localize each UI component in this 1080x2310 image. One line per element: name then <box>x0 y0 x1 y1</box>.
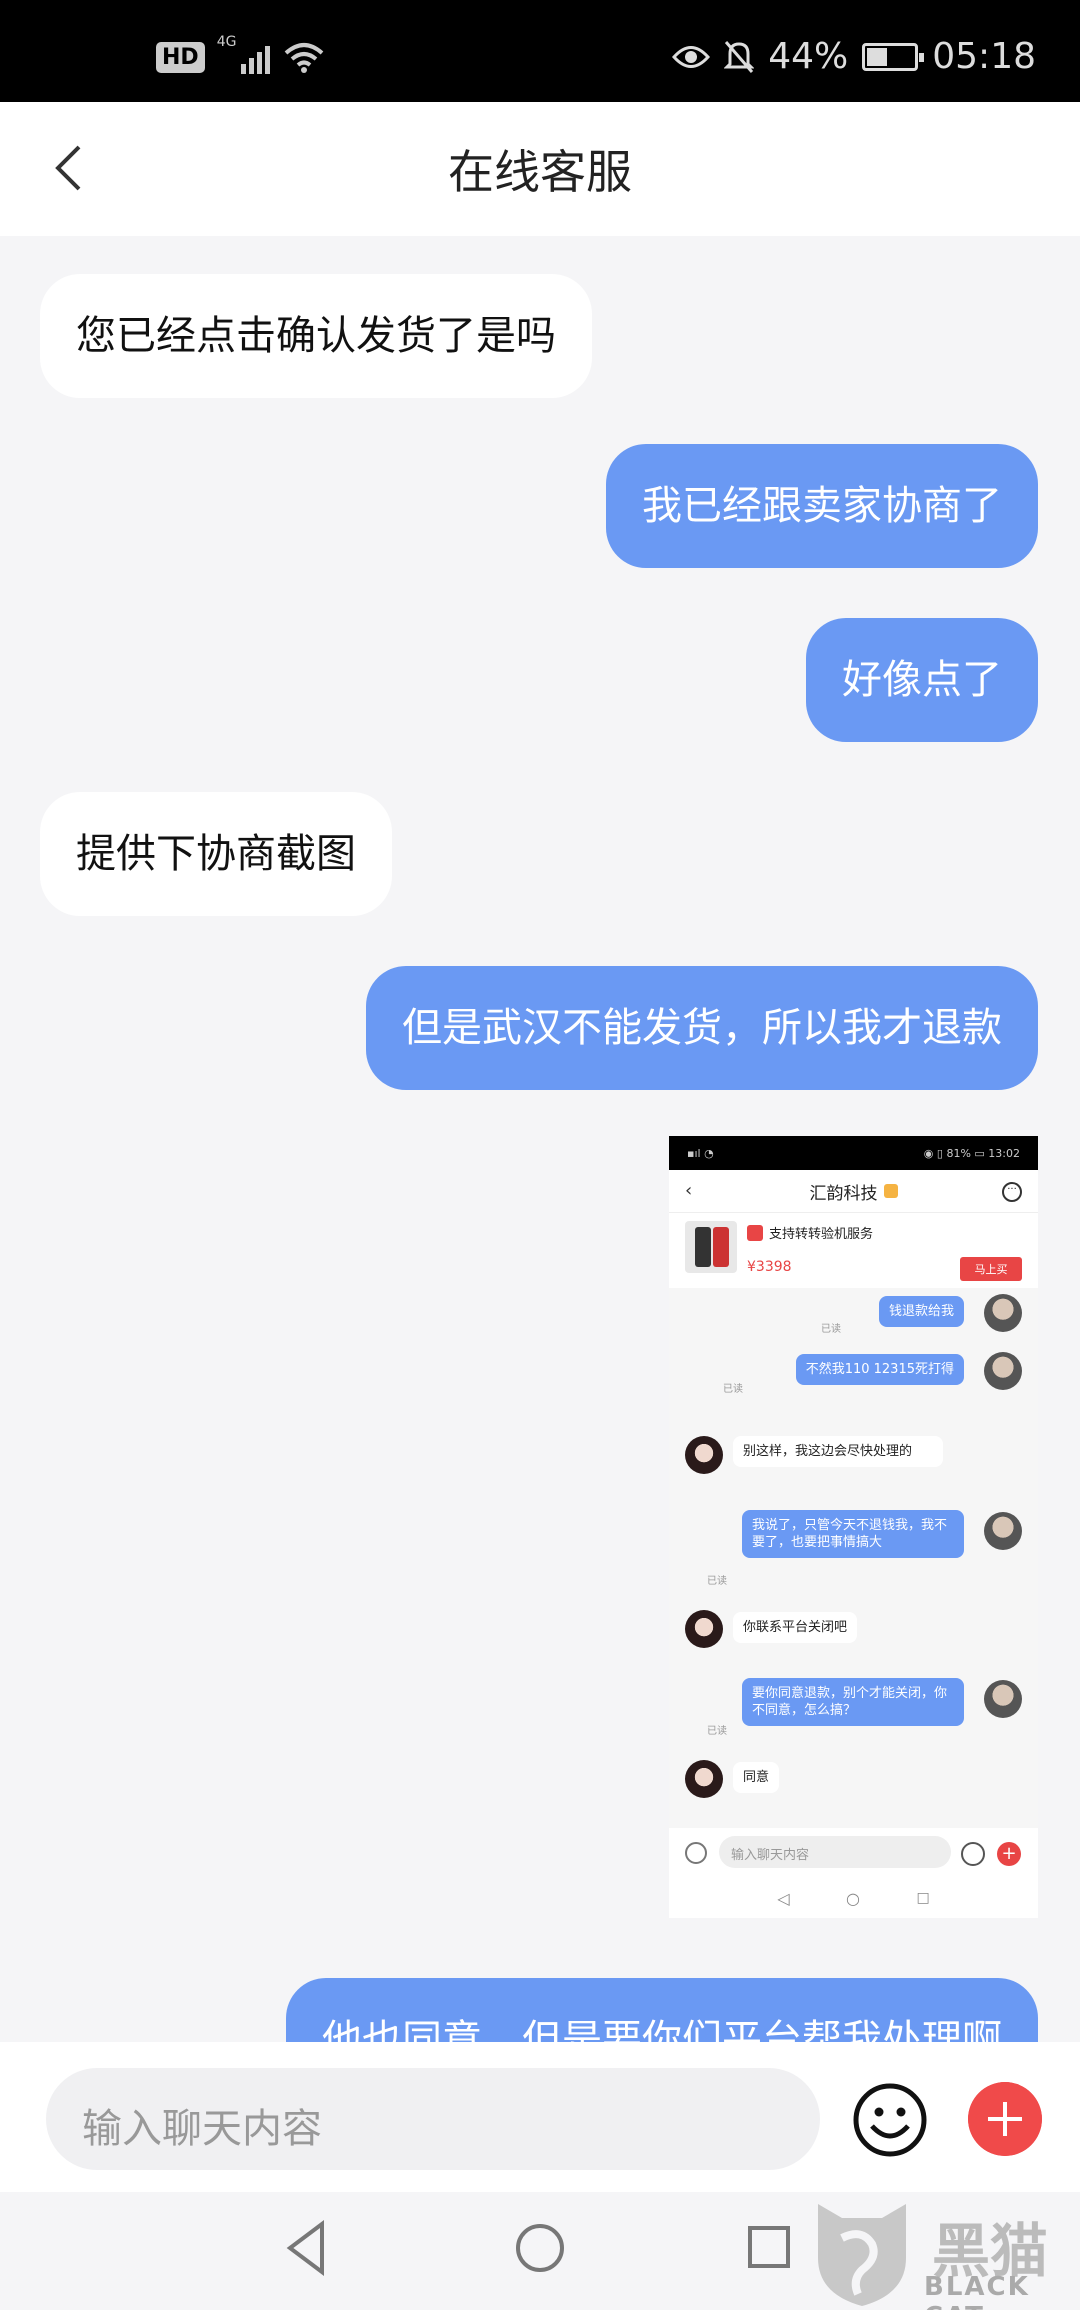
nav-back-icon[interactable] <box>284 2220 328 2276</box>
input-bar: 输入聊天内容 <box>0 2042 1080 2192</box>
chat-message-incoming: 您已经点击确认发货了是吗 <box>40 274 592 398</box>
chat-message-incoming: 提供下协商截图 <box>40 792 392 916</box>
screenshot-read-label: 已读 <box>707 1576 727 1587</box>
screenshot-status-bar: ▪ıl ◔ ◉ ▯ 81% ▭ 13:02 <box>669 1136 1038 1170</box>
avatar <box>685 1436 723 1474</box>
chat-message-outgoing: 我已经跟卖家协商了 <box>606 444 1038 568</box>
clock: 05:18 <box>932 36 1036 77</box>
screenshot-title-bar: ‹ 汇韵科技 ··· <box>669 1170 1038 1212</box>
watermark: 黑猫 BLACK CAT <box>812 2196 1080 2310</box>
chat-area[interactable]: 您已经点击确认发货了是吗 我已经跟卖家协商了 好像点了 提供下协商截图 但是武汉… <box>0 236 1080 2042</box>
screenshot-battery: 81% <box>946 1146 971 1160</box>
nav-recent-icon[interactable] <box>746 2224 792 2270</box>
screenshot-status-right: ◉ ▯ 81% ▭ 13:02 <box>923 1146 1020 1160</box>
screenshot-back-icon: ‹ <box>685 1180 693 1201</box>
status-left: HD 4G <box>156 34 324 74</box>
avatar <box>984 1294 1022 1332</box>
black-cat-logo-icon <box>818 2204 906 2306</box>
avatar <box>984 1680 1022 1718</box>
avatar <box>984 1512 1022 1550</box>
emoji-button[interactable] <box>852 2082 928 2158</box>
screenshot-read-label: 已读 <box>723 1384 743 1395</box>
chat-message-outgoing: 好像点了 <box>806 618 1038 742</box>
product-tag: 支持转转验机服务 <box>747 1223 873 1242</box>
buy-button: 马上买 <box>960 1257 1022 1281</box>
avatar <box>685 1610 723 1648</box>
back-button[interactable] <box>40 138 96 198</box>
screenshot-message: 钱退款给我 <box>878 1296 964 1327</box>
chat-image-screenshot[interactable]: ▪ıl ◔ ◉ ▯ 81% ▭ 13:02 ‹ 汇韵科技 ··· 支持转转验机服… <box>669 1136 1038 1918</box>
verify-icon <box>747 1224 763 1241</box>
battery-percent: 44% <box>768 36 849 77</box>
screenshot-product-card: 支持转转验机服务 ¥3398 马上买 <box>669 1212 1038 1288</box>
watermark-subtext: BLACK CAT <box>924 2272 1030 2310</box>
hd-badge: HD <box>156 41 205 73</box>
screenshot-nav-recent-icon: □ <box>916 1890 930 1906</box>
wifi-icon <box>284 43 324 73</box>
status-bar: HD 4G 44% 05:18 <box>0 0 1080 102</box>
chat-message-outgoing: 他也同意，但是要你们平台帮我处理啊 <box>286 1978 1038 2042</box>
avatar <box>685 1760 723 1798</box>
chevron-left-icon <box>55 145 81 191</box>
status-right: 44% 05:18 <box>672 36 1036 77</box>
screenshot-input-field: 输入聊天内容 <box>719 1836 951 1868</box>
screenshot-emoji-icon <box>961 1842 985 1866</box>
battery-icon <box>862 42 925 71</box>
chat-input[interactable]: 输入聊天内容 <box>46 2068 820 2170</box>
eye-icon <box>672 45 711 68</box>
screenshot-nav-home-icon: ○ <box>846 1888 860 1908</box>
screenshot-title: 汇韵科技 <box>809 1183 878 1204</box>
nav-home-icon[interactable] <box>514 2222 566 2274</box>
screenshot-read-label: 已读 <box>821 1324 841 1335</box>
screenshot-menu-icon <box>685 1842 707 1864</box>
screenshot-message: 不然我110 12315死打得 <box>795 1354 964 1385</box>
screenshot-message: 要你同意退款，别个才能关闭，你不同意，怎么搞？ <box>742 1678 964 1726</box>
signal-icon: 4G <box>217 34 270 74</box>
network-label: 4G <box>216 34 237 50</box>
title-bar: 在线客服 <box>0 102 1080 236</box>
screenshot-time: 13:02 <box>988 1146 1020 1160</box>
screenshot-nav-bar: ◁ ○ □ <box>669 1878 1038 1918</box>
screenshot-more-icon: ··· <box>1002 1182 1022 1202</box>
mute-bell-icon <box>724 40 755 73</box>
screenshot-plus-icon: + <box>997 1842 1021 1866</box>
chat-message-outgoing: 但是武汉不能发货，所以我才退款 <box>366 966 1038 1090</box>
battery-fill <box>867 47 888 66</box>
screenshot-message: 我说了，只管今天不退钱我，我不要了，也要把事情搞大 <box>742 1510 964 1558</box>
avatar <box>984 1352 1022 1390</box>
product-price: ¥3398 <box>747 1259 792 1275</box>
screenshot-input-bar: 输入聊天内容 + <box>669 1828 1038 1878</box>
page-title: 在线客服 <box>448 145 632 199</box>
screenshot-signal-icon: ▪ıl ◔ <box>687 1146 714 1160</box>
screenshot-message: 别这样，我这边会尽快处理的 <box>733 1436 943 1467</box>
screenshot-message: 同意 <box>733 1762 780 1793</box>
screenshot-read-label: 已读 <box>707 1726 727 1737</box>
screenshot-nav-back-icon: ◁ <box>777 1888 790 1908</box>
add-button[interactable] <box>968 2082 1042 2156</box>
product-image <box>685 1221 737 1273</box>
product-tag-text: 支持转转验机服务 <box>769 1227 874 1242</box>
screenshot-message: 你联系平台关闭吧 <box>733 1612 858 1643</box>
shop-badge-icon <box>883 1184 898 1198</box>
